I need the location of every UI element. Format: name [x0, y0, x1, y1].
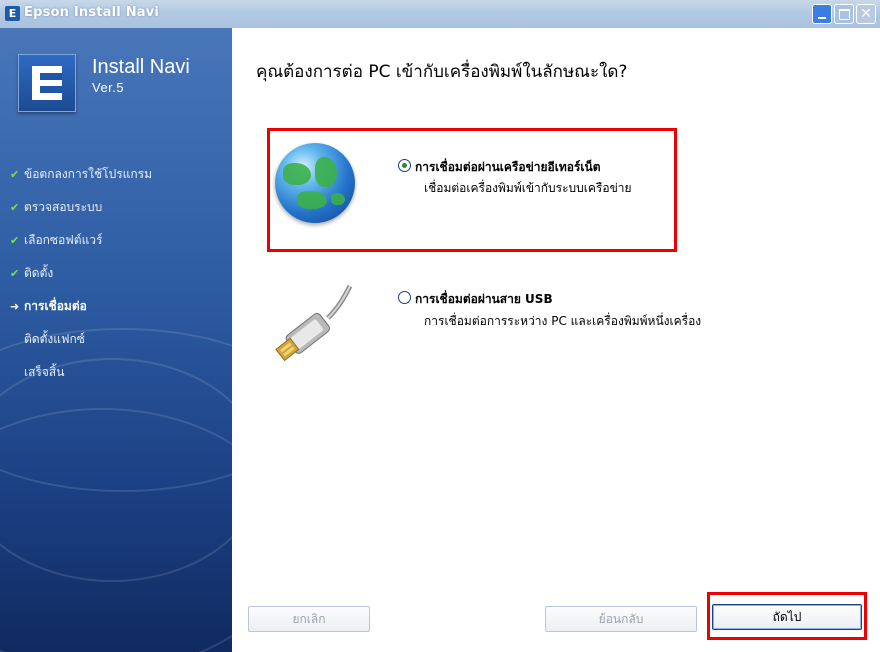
step-label: ข้อตกลงการใช้โปรแกรม	[24, 167, 152, 181]
option-title: การเชื่อมต่อผ่านสาย USB	[415, 292, 553, 306]
step-label: ติดตั้ง	[24, 266, 54, 280]
window-title: Epson Install Navi	[24, 5, 160, 20]
option-description: การเชื่อมต่อการระหว่าง PC และเครื่องพิมพ…	[424, 314, 702, 328]
step-item: ✔ เลือกซอฟต์แวร์	[10, 224, 152, 257]
step-label: เลือกซอฟต์แวร์	[24, 233, 103, 247]
arrow-right-icon: ➜	[10, 300, 20, 313]
step-item: ติดตั้งแฟกซ์	[10, 323, 152, 356]
maximize-button[interactable]	[834, 4, 854, 24]
decorative-swirl	[0, 408, 232, 652]
check-icon: ✔	[10, 168, 20, 181]
close-button[interactable]: ✕	[856, 4, 876, 24]
minimize-button[interactable]	[812, 4, 832, 24]
step-item: ✔ ติดตั้ง	[10, 257, 152, 290]
usb-radio[interactable]	[398, 291, 411, 304]
option-usb[interactable]: การเชื่อมต่อผ่านสาย USB	[398, 290, 553, 309]
step-label: ติดตั้งแฟกซ์	[24, 332, 85, 346]
step-label: ตรวจสอบระบบ	[24, 200, 103, 214]
highlight-ethernet-option	[267, 128, 677, 252]
check-icon: ✔	[10, 267, 20, 280]
step-list: ✔ ข้อตกลงการใช้โปรแกรม ✔ ตรวจสอบระบบ ✔ เ…	[10, 158, 152, 389]
next-button[interactable]: ถัดไป	[712, 604, 862, 630]
title-bar[interactable]: E Epson Install Navi ✕	[0, 0, 880, 29]
logo-version: Ver.5	[92, 80, 125, 95]
logo-title: Install Navi	[92, 56, 190, 78]
step-label: เสร็จสิ้น	[24, 365, 65, 379]
sidebar: Install Navi Ver.5 ✔ ข้อตกลงการใช้โปรแกร…	[0, 28, 232, 652]
step-item-current: ➜ การเชื่อมต่อ	[10, 290, 152, 323]
check-icon: ✔	[10, 201, 20, 214]
step-item: ✔ ตรวจสอบระบบ	[10, 191, 152, 224]
step-item: ✔ ข้อตกลงการใช้โปรแกรม	[10, 158, 152, 191]
back-button[interactable]: ย้อนกลับ	[545, 606, 697, 632]
connection-question: คุณต้องการต่อ PC เข้ากับเครื่องพิมพ์ในลั…	[256, 62, 628, 82]
cancel-button[interactable]: ยกเลิก	[248, 606, 370, 632]
step-label: การเชื่อมต่อ	[24, 299, 87, 313]
install-navi-logo-icon	[18, 54, 76, 112]
epson-app-icon: E	[5, 6, 20, 21]
step-item: เสร็จสิ้น	[10, 356, 152, 389]
usb-cable-icon	[275, 284, 353, 362]
check-icon: ✔	[10, 234, 20, 247]
